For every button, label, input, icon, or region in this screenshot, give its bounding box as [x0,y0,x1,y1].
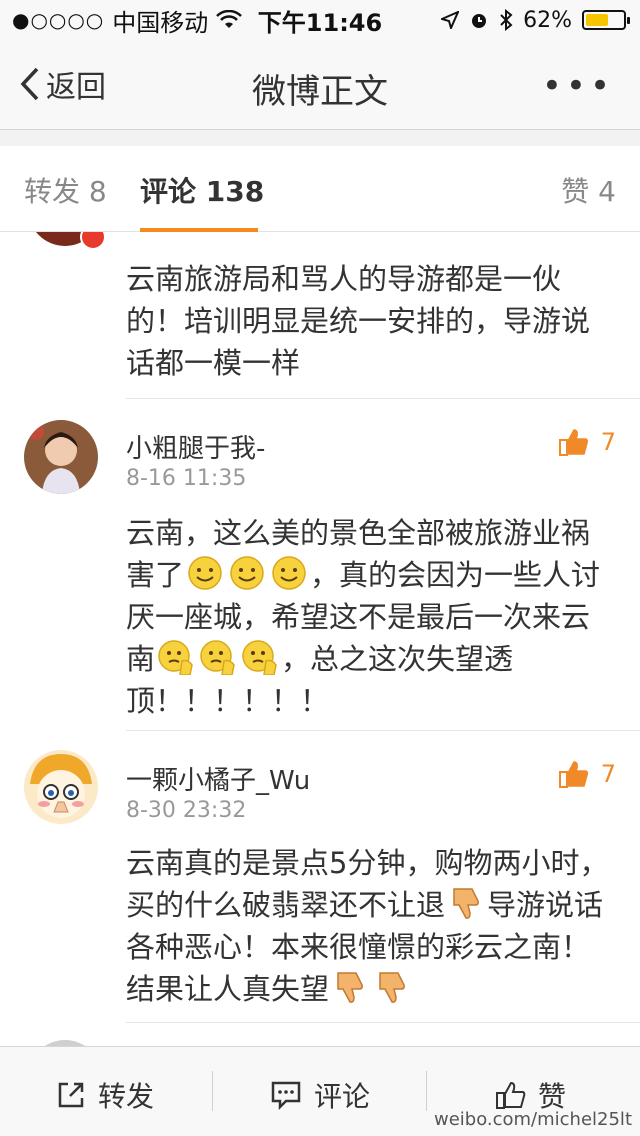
commenter-name[interactable]: 小粗腿于我- [126,428,265,465]
share-icon [58,1082,84,1108]
smile-emoji-icon [271,555,307,591]
like-count: 7 [600,428,616,456]
divider [212,1071,213,1111]
comment-text: 云南旅游局和骂人的导游都是一伙的！培训明显是统一安排的，导游说话都一模一样 [126,262,591,380]
smile-emoji-icon [229,555,265,591]
thumbs-down-emoji-icon [374,969,410,1005]
comment-text: 云南真的是景点5分钟，购物两小时，买的什么破翡翠还不让退 导游说话各种恶心！本来很… [126,842,616,1010]
repost-label: 转发 [98,1080,155,1113]
comment-time: 8-30 23:32 [126,798,247,823]
status-right: 62% [441,7,630,33]
bottom-action-bar: 转发 评论 赞 weibo.com/michel25lt [0,1046,640,1136]
smile-emoji-icon [187,555,223,591]
like-button[interactable]: 7 [558,760,616,788]
commenter-name[interactable]: 一颗小橘子_Wu [126,760,310,797]
comment-text: 云南，这么美的景色全部被旅游业祸害了 ，真的会因为一些人讨厌一座城，希望这不是最后… [126,512,616,722]
status-bar: ●○○○○ 中国移动 下午11:46 62% [0,0,640,40]
avatar-cartoon-icon [24,750,98,824]
avatar[interactable] [24,420,98,494]
thumbs-up-icon [558,429,588,456]
divider [426,1071,427,1111]
tab-bar: 转发 8 评论 138 赞 4 [0,146,640,232]
alarm-icon [472,14,487,28]
navigation-bar: 返回 微博正文 ••• [0,40,640,130]
thumbs-up-outline-icon [496,1081,526,1109]
battery-icon [582,10,630,30]
sad-emoji-icon [158,639,194,676]
section-gap [0,130,640,146]
repost-button[interactable]: 转发 [56,1075,154,1115]
like-button[interactable]: 7 [558,428,616,456]
tab-likes[interactable]: 赞 4 [561,170,616,210]
more-options-icon[interactable]: ••• [542,66,614,106]
divider [126,730,640,731]
comment-button[interactable]: 评论 [270,1075,370,1115]
tab-comments[interactable]: 评论 138 [140,170,264,210]
sad-emoji-icon [242,639,278,676]
avatar[interactable] [24,750,98,824]
tab-repost[interactable]: 转发 8 [24,170,107,210]
comment-icon [271,1081,301,1110]
thumbs-down-emoji-icon [448,885,484,921]
like-count: 7 [600,760,616,788]
location-arrow-icon [441,11,460,29]
divider [126,1022,640,1023]
bluetooth-icon [500,9,513,31]
sad-emoji-icon [200,639,236,676]
thumbs-up-icon [558,761,588,788]
avatar-child-photo-icon [24,420,98,494]
thumbs-down-emoji-icon [332,969,368,1005]
comment-list[interactable]: 云南旅游局和骂人的导游都是一伙的！培训明显是统一安排的，导游说话都一模一样 小粗… [0,232,640,1046]
battery-level [586,14,608,26]
comment-time: 8-16 11:35 [126,466,247,491]
comment-label: 评论 [314,1080,371,1113]
battery-percent: 62% [523,7,572,33]
divider [126,398,640,399]
vip-badge-icon [80,232,106,250]
watermark: weibo.com/michel25lt [433,1109,632,1130]
